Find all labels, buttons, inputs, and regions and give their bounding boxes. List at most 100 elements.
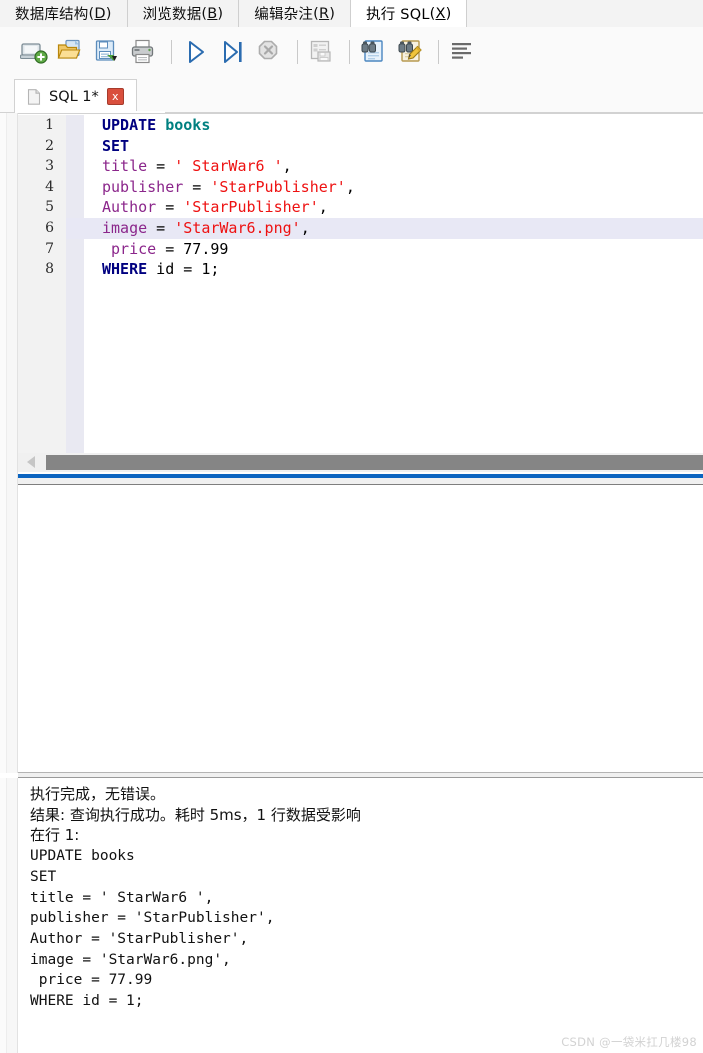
code-line[interactable]: 3 title = ' StarWar6 ', xyxy=(18,156,703,177)
log-line: publisher = 'StarPublisher', xyxy=(30,910,275,927)
stop-button xyxy=(253,35,288,70)
find-replace-button[interactable] xyxy=(394,35,429,70)
tab-database-structure[interactable]: 数据库结构(D) xyxy=(0,0,128,27)
line-number: 2 xyxy=(45,137,54,154)
tab-execute-sql[interactable]: 执行 SQL(X) xyxy=(351,0,468,28)
code-token-op: = xyxy=(147,218,175,237)
execute-all-button[interactable] xyxy=(179,35,214,70)
execute-all-icon xyxy=(188,41,204,63)
execution-log-panel[interactable]: 执行完成，无错误。 结果: 查询执行成功。耗时 5ms，1 行数据受影响 在行 1:… xyxy=(18,778,703,1053)
code-text: WHERE id = 1; xyxy=(102,259,219,280)
execute-current-line-button[interactable] xyxy=(216,35,251,70)
code-token-op: , xyxy=(300,218,310,237)
code-line[interactable]: 8 WHERE id = 1; xyxy=(18,259,703,280)
results-grid-panel[interactable] xyxy=(18,485,703,772)
code-token-op xyxy=(156,116,165,134)
toolbar-separator-3 xyxy=(349,40,350,64)
code-text: price = 77.99 xyxy=(102,239,228,260)
code-text: SET xyxy=(102,136,129,157)
sql-tab-bar: SQL 1* x xyxy=(0,77,703,113)
main-tab-label: 数据库结构 xyxy=(15,7,89,23)
code-token-kw: WHERE xyxy=(102,260,148,279)
code-token-op: , xyxy=(282,157,292,176)
print-icon xyxy=(131,39,153,64)
print-button[interactable] xyxy=(127,35,162,70)
execution-log-lines: 执行完成，无错误。 结果: 查询执行成功。耗时 5ms，1 行数据受影响 在行 1:… xyxy=(30,784,703,1012)
left-margin-rail xyxy=(0,113,18,773)
sql-tab-label: SQL 1* xyxy=(49,88,99,105)
find-button[interactable] xyxy=(357,35,392,70)
scroll-left-arrow-icon[interactable] xyxy=(27,456,35,468)
toolbar-separator-1 xyxy=(171,40,172,64)
main-tab-bar: 数据库结构(D) 浏览数据(B) 编辑杂注(R) 执行 SQL(X) xyxy=(0,0,703,28)
code-line[interactable]: 1 UPDATE books xyxy=(18,115,703,136)
log-line: 执行完成，无错误。 xyxy=(30,785,166,803)
main-tab-mnemonic-close: ) xyxy=(217,5,224,22)
main-tab-list: 数据库结构(D) 浏览数据(B) 编辑杂注(R) 执行 SQL(X) xyxy=(0,0,703,28)
code-token-str: 'StarPublisher' xyxy=(210,177,346,196)
sql-document-icon xyxy=(27,88,41,105)
log-margin-rail xyxy=(0,778,18,1053)
sql-editor[interactable]: 1 UPDATE books 2 SET 3 title = ' StarWar6 ', 4… xyxy=(18,115,703,453)
code-line[interactable]: 4 publisher = 'StarPublisher', xyxy=(18,177,703,198)
log-line: WHERE id = 1; xyxy=(30,993,144,1010)
line-number: 8 xyxy=(45,261,54,278)
code-line[interactable]: 2 SET xyxy=(18,136,703,157)
log-line: title = ' StarWar6 ', xyxy=(30,889,214,906)
code-token-op: = xyxy=(156,198,184,217)
code-token-idt: price xyxy=(102,239,157,258)
sql-tab-sql-1[interactable]: SQL 1* x xyxy=(14,79,137,113)
code-text: publisher = 'StarPublisher', xyxy=(102,177,355,198)
editor-horizontal-scrollbar[interactable] xyxy=(18,453,703,472)
code-token-str: ' StarWar6 ' xyxy=(174,157,283,176)
log-line: UPDATE books xyxy=(30,848,135,865)
left-margin-rail-inner xyxy=(0,113,7,773)
line-number: 7 xyxy=(45,240,54,257)
toolbar-separator-2 xyxy=(297,40,298,64)
stop-icon xyxy=(258,40,277,60)
code-token-idt: title xyxy=(102,157,148,176)
code-text: UPDATE books xyxy=(102,115,210,136)
code-text: image = 'StarWar6.png', xyxy=(102,218,310,239)
code-token-idt: image xyxy=(102,218,148,237)
code-token-op: , xyxy=(345,177,355,196)
log-line: Author = 'StarPublisher', xyxy=(30,930,249,947)
log-margin-rail-inner xyxy=(0,778,7,1053)
log-line: 结果: 查询执行成功。耗时 5ms，1 行数据受影响 xyxy=(30,805,361,824)
line-number: 3 xyxy=(45,158,54,175)
main-tab-label: 浏览数据 xyxy=(142,7,202,23)
close-icon[interactable]: x xyxy=(106,88,124,105)
main-tab-mnemonic: X xyxy=(435,5,446,22)
code-line[interactable]: 7 price = 77.99 xyxy=(18,239,703,260)
code-token-str: 'StarPublisher' xyxy=(183,198,319,217)
line-number: 1 xyxy=(45,117,54,133)
db-browser-window: 数据库结构(D) 浏览数据(B) 编辑杂注(R) 执行 SQL(X) SQL 1… xyxy=(0,0,703,1053)
csdn-watermark: CSDN @一袋米扛几楼98 xyxy=(561,1035,697,1049)
code-token-str: 'StarWar6.png' xyxy=(174,218,301,237)
line-number: 4 xyxy=(45,178,54,195)
scrollbar-thumb[interactable] xyxy=(46,455,703,470)
code-token-op: id = 1; xyxy=(147,260,220,279)
open-sql-file-button[interactable] xyxy=(53,35,88,70)
tab-edit-pragmas[interactable]: 编辑杂注(R) xyxy=(239,0,352,27)
code-line[interactable]: 5 Author = 'StarPublisher', xyxy=(18,197,703,218)
new-tab-button[interactable] xyxy=(16,35,51,70)
format-sql-button[interactable] xyxy=(446,35,481,70)
main-tab-mnemonic: B xyxy=(207,5,218,22)
code-token-num: 77.99 xyxy=(183,239,229,258)
log-line: SET xyxy=(30,868,57,885)
code-line[interactable]: 6 image = 'StarWar6.png', xyxy=(18,217,703,239)
execute-line-icon xyxy=(223,41,242,63)
save-sql-file-button[interactable] xyxy=(90,35,125,70)
main-tab-mnemonic: D xyxy=(94,5,106,22)
code-text: Author = 'StarPublisher', xyxy=(102,197,328,218)
code-token-op: , xyxy=(318,198,328,217)
find-replace-icon xyxy=(398,40,422,62)
log-line: image = 'StarWar6.png', xyxy=(30,951,231,968)
code-line-list: 1 UPDATE books 2 SET 3 title = ' StarWar6 ', 4… xyxy=(18,115,703,453)
main-tab-label: 编辑杂注 xyxy=(254,7,314,23)
open-folder-icon xyxy=(57,39,81,59)
main-tab-mnemonic-close: ) xyxy=(105,5,112,22)
tab-browse-data[interactable]: 浏览数据(B) xyxy=(127,0,240,27)
code-token-op: = xyxy=(183,177,211,196)
